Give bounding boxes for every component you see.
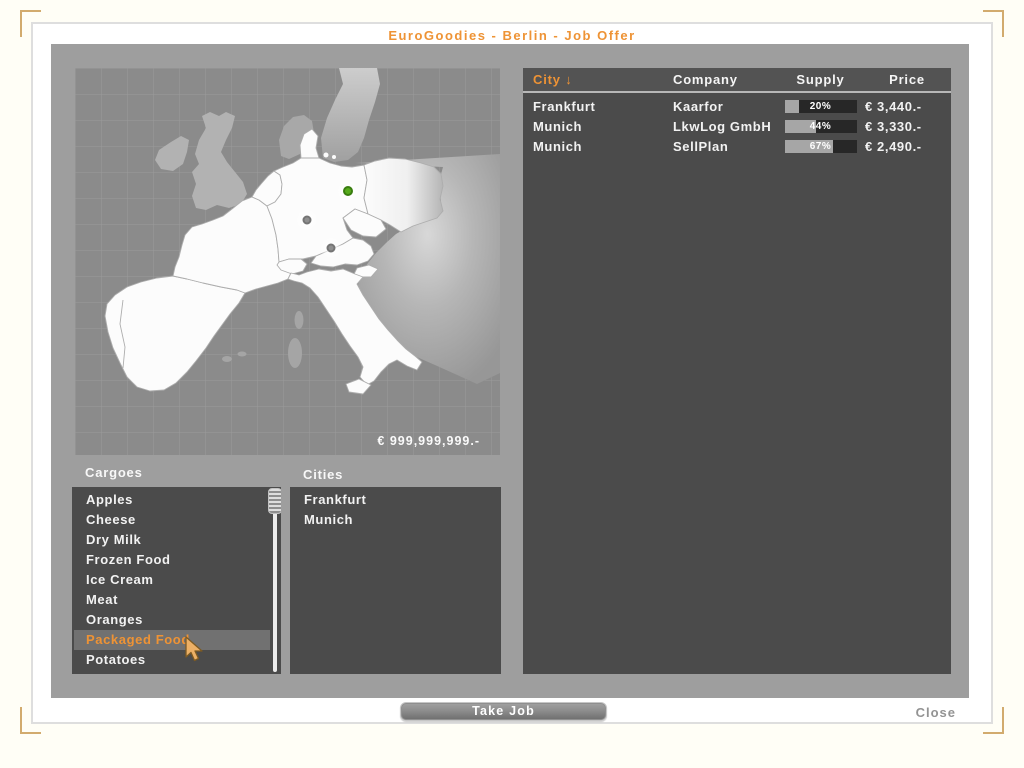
cargoes-label: Cargoes	[85, 465, 143, 480]
column-header-company[interactable]: Company	[673, 72, 778, 87]
supply-bar: 20%	[784, 99, 857, 113]
frankfurt-marker[interactable]	[295, 208, 319, 232]
window-title: EuroGoodies - Berlin - Job Offer	[388, 28, 636, 43]
map-total-price: € 999,999,999.-	[377, 434, 480, 448]
supply-bar: 44%	[784, 119, 857, 133]
job-price: € 3,440.-	[865, 98, 922, 114]
close-button[interactable]: Close	[876, 705, 956, 720]
cargoes-list: Apples Cheese Dry Milk Frozen Food Ice Cream…	[72, 487, 281, 674]
column-header-city[interactable]: City ↓	[523, 72, 673, 87]
job-supply-cell: 67%	[778, 139, 863, 153]
job-company: Kaarfor	[673, 98, 724, 114]
job-table-header: City ↓ Company Supply Price	[523, 68, 951, 91]
berlin-marker[interactable]	[336, 179, 360, 203]
europe-map: € 999,999,999.-	[75, 68, 500, 455]
cargo-item[interactable]: Dry Milk	[72, 530, 281, 550]
take-job-button[interactable]: Take Job	[400, 702, 607, 721]
cargo-item[interactable]: Ice Cream	[72, 570, 281, 590]
cursor-arrow-icon	[185, 636, 203, 662]
job-row[interactable]: Munich SellPlan 67% € 2,490.-	[523, 136, 951, 156]
green-city-dot-icon	[343, 186, 353, 196]
cargo-item[interactable]: Packaged Food	[74, 630, 270, 650]
job-table-rows: Frankfurt Kaarfor 20% € 3,440.- Munich LkwLog…	[523, 93, 951, 156]
cargoes-scrollbar-thumb[interactable]	[268, 488, 281, 514]
cargoes-scrollbar-track[interactable]	[273, 489, 277, 672]
job-city: Munich	[533, 118, 583, 134]
supply-bar: 67%	[784, 139, 857, 153]
job-city: Munich	[533, 138, 583, 154]
sort-descending-icon: ↓	[565, 72, 573, 87]
supply-percent-label: 67%	[809, 140, 832, 152]
job-row[interactable]: Munich LkwLog GmbH 44% € 3,330.-	[523, 116, 951, 136]
city-item[interactable]: Munich	[290, 510, 501, 530]
supply-percent-label: 20%	[809, 100, 832, 112]
cities-list: Frankfurt Munich	[290, 487, 501, 674]
cargo-item[interactable]: Cheese	[72, 510, 281, 530]
gray-city-dot-icon	[302, 215, 312, 225]
cargo-item[interactable]: Meat	[72, 590, 281, 610]
column-header-supply[interactable]: Supply	[778, 72, 863, 87]
cargo-item[interactable]: Potatoes	[72, 650, 281, 670]
main-panel: € 999,999,999.- City ↓ Company Supply Pr…	[51, 44, 969, 698]
job-supply-cell: 44%	[778, 119, 863, 133]
job-city: Frankfurt	[533, 98, 596, 114]
cargo-item[interactable]: Apples	[72, 490, 281, 510]
city-column-label: City	[533, 72, 561, 87]
cargo-item[interactable]: Frozen Food	[72, 550, 281, 570]
munich-marker[interactable]	[319, 236, 343, 260]
job-supply-cell: 20%	[778, 99, 863, 113]
cargo-item[interactable]: Oranges	[72, 610, 281, 630]
column-header-price[interactable]: Price	[863, 72, 951, 87]
job-price: € 2,490.-	[865, 138, 922, 154]
gray-city-dot-icon	[326, 243, 336, 253]
europe-map-svg	[75, 68, 500, 455]
supply-percent-label: 44%	[809, 120, 832, 132]
city-item[interactable]: Frankfurt	[290, 490, 501, 510]
job-row[interactable]: Frankfurt Kaarfor 20% € 3,440.-	[523, 96, 951, 116]
job-company: SellPlan	[673, 138, 729, 154]
job-offer-window: EuroGoodies - Berlin - Job Offer € 999,9…	[31, 22, 993, 724]
job-table: City ↓ Company Supply Price Frankfurt Kaa…	[523, 68, 951, 674]
job-company: LkwLog GmbH	[673, 118, 772, 134]
job-price: € 3,330.-	[865, 118, 922, 134]
cities-label: Cities	[303, 467, 344, 482]
